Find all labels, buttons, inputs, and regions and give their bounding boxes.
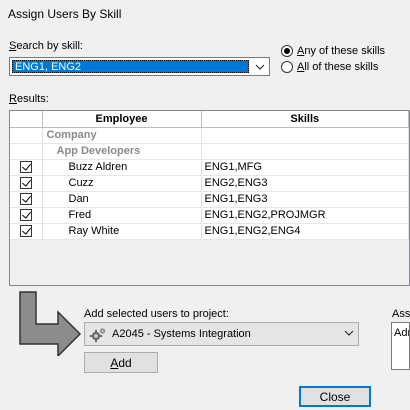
employee-name: Cuzz bbox=[42, 175, 202, 192]
all-skills-label: All of these skills bbox=[297, 61, 378, 73]
any-skills-radio[interactable] bbox=[281, 45, 293, 57]
search-label: Search by skill: bbox=[9, 40, 83, 52]
all-skills-option[interactable]: All of these skills bbox=[281, 61, 378, 73]
group-row-team: App Developers bbox=[10, 143, 409, 160]
gear-icon bbox=[89, 328, 106, 343]
group-row-company: Company bbox=[10, 127, 409, 144]
row-checkbox[interactable] bbox=[19, 193, 32, 206]
results-label-rest: esults: bbox=[16, 93, 49, 105]
window-title: Assign Users By Skill bbox=[8, 7, 122, 21]
checkbox-column-header bbox=[10, 111, 43, 128]
project-combo[interactable]: A2045 - Systems Integration bbox=[84, 322, 359, 346]
group-label-company: Company bbox=[42, 127, 202, 144]
group-row-cell bbox=[10, 143, 43, 160]
results-label: Results: bbox=[9, 93, 49, 105]
skill-search-combo[interactable]: ENG1, ENG2 bbox=[9, 57, 270, 76]
results-label-accel: R bbox=[9, 93, 17, 105]
any-skills-rest: ny of these skills bbox=[304, 45, 386, 57]
row-checkbox-cell bbox=[10, 191, 43, 208]
employee-skills: ENG1,ENG2,ENG4 bbox=[201, 223, 409, 240]
search-label-rest: earch by skill: bbox=[16, 40, 83, 52]
table-row[interactable]: Dan ENG1,ENG3 bbox=[10, 191, 409, 208]
skill-search-selection: ENG1, ENG2 bbox=[12, 60, 249, 73]
any-skills-option[interactable]: Any of these skills bbox=[281, 45, 385, 57]
add-button[interactable]: Add bbox=[84, 352, 158, 373]
assigned-label: Ass bbox=[392, 308, 410, 320]
add-button-rest: dd bbox=[118, 355, 132, 370]
assigned-list[interactable]: Adr bbox=[391, 322, 410, 370]
group-row-cell bbox=[201, 143, 409, 160]
group-label-team: App Developers bbox=[42, 143, 202, 160]
bent-arrow-icon bbox=[19, 291, 82, 356]
row-checkbox[interactable] bbox=[19, 177, 32, 190]
row-checkbox[interactable] bbox=[19, 209, 32, 222]
chevron-down-icon[interactable] bbox=[251, 58, 269, 75]
project-label: Add selected users to project: bbox=[84, 308, 229, 320]
table-row[interactable]: Ray White ENG1,ENG2,ENG4 bbox=[10, 223, 409, 240]
employee-name: Dan bbox=[42, 191, 202, 208]
table-row[interactable]: Cuzz ENG2,ENG3 bbox=[10, 175, 409, 192]
chevron-down-icon[interactable] bbox=[344, 327, 354, 339]
employee-name: Ray White bbox=[42, 223, 202, 240]
group-row-cell bbox=[201, 127, 409, 144]
employee-name: Buzz Aldren bbox=[42, 159, 202, 176]
row-checkbox[interactable] bbox=[19, 161, 32, 174]
any-skills-label: Any of these skills bbox=[297, 45, 385, 57]
table-row[interactable]: Fred ENG1,ENG2,PROJMGR bbox=[10, 207, 409, 224]
row-checkbox[interactable] bbox=[19, 225, 32, 238]
skill-search-value: ENG1, ENG2 bbox=[15, 61, 82, 73]
employee-skills: ENG1,MFG bbox=[201, 159, 409, 176]
row-checkbox-cell bbox=[10, 159, 43, 176]
close-button[interactable]: Close bbox=[299, 386, 371, 407]
add-button-accel: A bbox=[110, 355, 119, 370]
row-checkbox-cell bbox=[10, 223, 43, 240]
group-row-cell bbox=[10, 127, 43, 144]
results-grid[interactable]: Employee Skills Company App Developers B… bbox=[9, 110, 410, 286]
employee-name: Fred bbox=[42, 207, 202, 224]
row-checkbox-cell bbox=[10, 207, 43, 224]
table-row[interactable]: Buzz Aldren ENG1,MFG bbox=[10, 159, 409, 176]
results-table: Employee Skills Company App Developers B… bbox=[10, 111, 409, 240]
employee-skills: ENG1,ENG2,PROJMGR bbox=[201, 207, 409, 224]
all-skills-rest: ll of these skills bbox=[304, 61, 379, 73]
project-value: A2045 - Systems Integration bbox=[112, 328, 251, 340]
table-header-row: Employee Skills bbox=[10, 111, 409, 128]
employee-column-header[interactable]: Employee bbox=[42, 111, 202, 128]
assigned-list-item: Adr bbox=[394, 327, 410, 339]
employee-skills: ENG2,ENG3 bbox=[201, 175, 409, 192]
row-checkbox-cell bbox=[10, 175, 43, 192]
all-skills-radio[interactable] bbox=[281, 61, 293, 73]
employee-skills: ENG1,ENG3 bbox=[201, 191, 409, 208]
skills-column-header[interactable]: Skills bbox=[201, 111, 409, 128]
